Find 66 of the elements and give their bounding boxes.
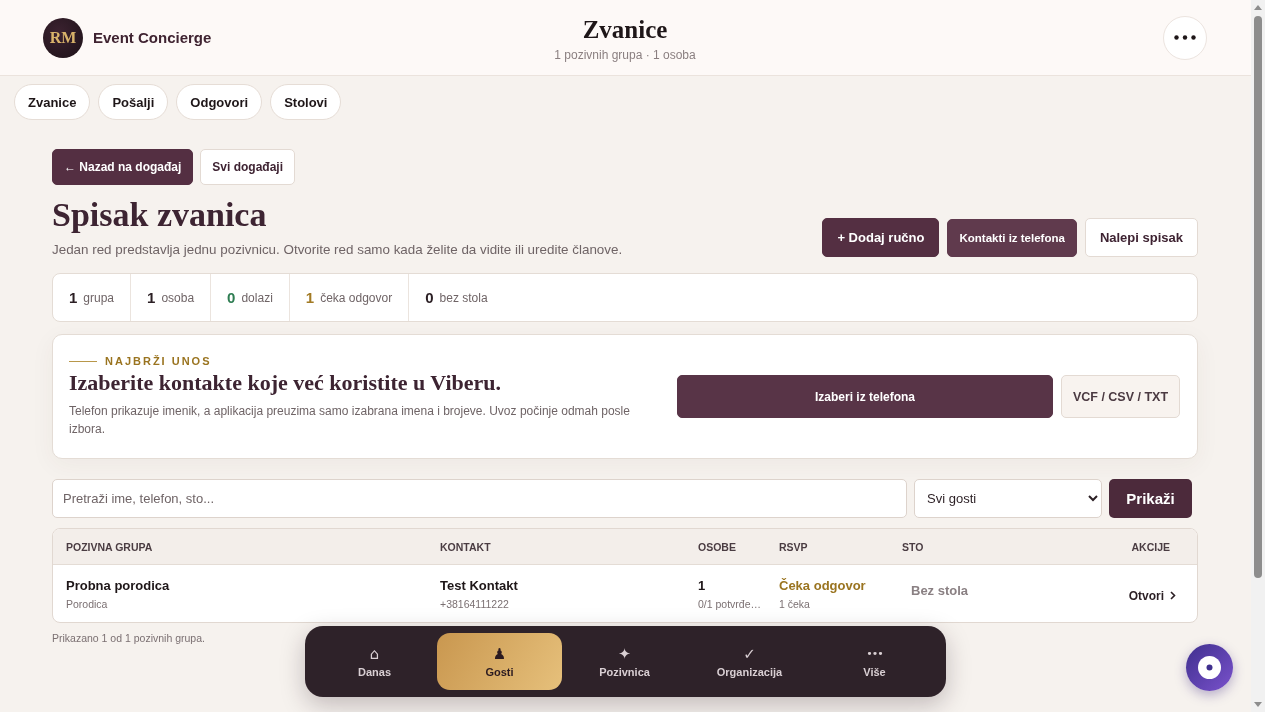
column-header: KONTAKT: [440, 540, 492, 553]
card-description: Telefon prikazuje imenik, a aplikacija preuzima samo izabrana imena i brojeve. Uvoz počinje odmah posle izbora.: [69, 403, 631, 438]
column-header: POZIVNA GRUPA: [66, 540, 154, 553]
nav-item[interactable]: ✦ Pozivnica: [562, 633, 687, 690]
section-tab[interactable]: Stolovi: [270, 84, 342, 120]
section-tab[interactable]: Odgovori: [176, 84, 263, 120]
pawn-icon: ♟: [492, 645, 507, 662]
more-icon: [1174, 35, 1196, 40]
stat-value: 1: [305, 289, 315, 306]
page-header-title: Zvanice: [582, 17, 668, 42]
stat-value: 1: [147, 289, 156, 306]
contact-phone: +38164111222: [440, 597, 510, 610]
nav-item[interactable]: ••• Više: [812, 633, 937, 690]
column-header: RSVP: [779, 540, 809, 553]
nav-item[interactable]: ✓ Organizacija: [687, 633, 812, 690]
file-import-button[interactable]: VCF / CSV / TXT: [1061, 375, 1180, 418]
check-icon: ✓: [743, 645, 756, 662]
stat-label: bez stola: [439, 290, 488, 305]
home-icon: ⌂: [369, 645, 380, 662]
nav-item[interactable]: ⌂ Danas: [312, 633, 437, 690]
all-events-button[interactable]: Svi događaji: [200, 149, 296, 185]
table-assignment: Bez stola: [910, 583, 970, 598]
brand-name: Event Concierge: [93, 29, 212, 46]
stat-label: čeka odgovor: [320, 290, 393, 305]
group-name: Probna porodica: [66, 577, 171, 593]
page-title: Spisak zvanica: [52, 198, 267, 232]
stat-value: 0: [227, 289, 236, 306]
results-note: Prikazano 1 od 1 pozivnih grupa.: [52, 632, 205, 644]
scrollbar[interactable]: [1251, 0, 1265, 712]
show-button[interactable]: Prikaži: [1109, 479, 1192, 518]
search-field[interactable]: Pretraži ime, telefon, sto...: [52, 479, 907, 518]
column-header: OSOBE: [698, 540, 737, 553]
page-header-subtitle: 1 pozivnih grupa · 1 osoba: [554, 48, 696, 62]
sparkle-icon: ✦: [618, 645, 631, 662]
people-count: 1: [698, 577, 707, 593]
stat-value: 0: [425, 289, 434, 306]
page-description: Jedan red predstavlja jednu pozivnicu. Otvorite red samo kada želite da vidite ili uredite članove.: [52, 242, 623, 257]
dots-icon: •••: [866, 645, 883, 662]
rsvp-detail: 1 čeka: [779, 597, 811, 610]
column-header: STO: [902, 540, 925, 553]
nav-item[interactable]: ♟ Gosti: [437, 633, 562, 690]
eyebrow-label: NAJBRŽI UNOS: [105, 355, 212, 367]
add-manual-button[interactable]: + Dodaj ručno: [822, 218, 940, 257]
section-tab[interactable]: Zvanice: [14, 84, 91, 120]
stat-label: grupa: [83, 290, 115, 305]
chat-launcher-button[interactable]: [1186, 644, 1233, 691]
guest-filter-select[interactable]: Svi gosti: [914, 479, 1102, 518]
section-tab[interactable]: Pošalji: [98, 84, 169, 120]
confirmed-count: 0/1 potvrđe…: [698, 597, 763, 610]
pick-from-phone-button[interactable]: Izaberi iz telefona: [677, 375, 1053, 418]
stat-label: dolazi: [241, 290, 273, 305]
rsvp-status: Čeka odgovor: [779, 577, 867, 593]
stat-label: osoba: [161, 290, 195, 305]
back-button[interactable]: ← Nazad na događaj: [52, 149, 194, 185]
phone-contacts-button[interactable]: Kontakti iz telefona: [947, 218, 1077, 257]
brand-logo: RM: [43, 17, 83, 58]
card-title: Izaberite kontakte koje već koristite u Viberu.: [69, 370, 502, 396]
column-header: AKCIJE: [1130, 540, 1171, 553]
chevron-right-icon: [1170, 591, 1176, 600]
contact-name: Test Kontakt: [440, 577, 519, 593]
more-button[interactable]: [1163, 15, 1207, 60]
open-link[interactable]: Otvori: [1128, 588, 1184, 603]
stat-value: 1: [69, 289, 78, 306]
paste-list-button[interactable]: Nalepi spisak: [1084, 218, 1198, 257]
ring-icon: [1198, 656, 1221, 679]
group-type: Porodica: [66, 597, 109, 610]
